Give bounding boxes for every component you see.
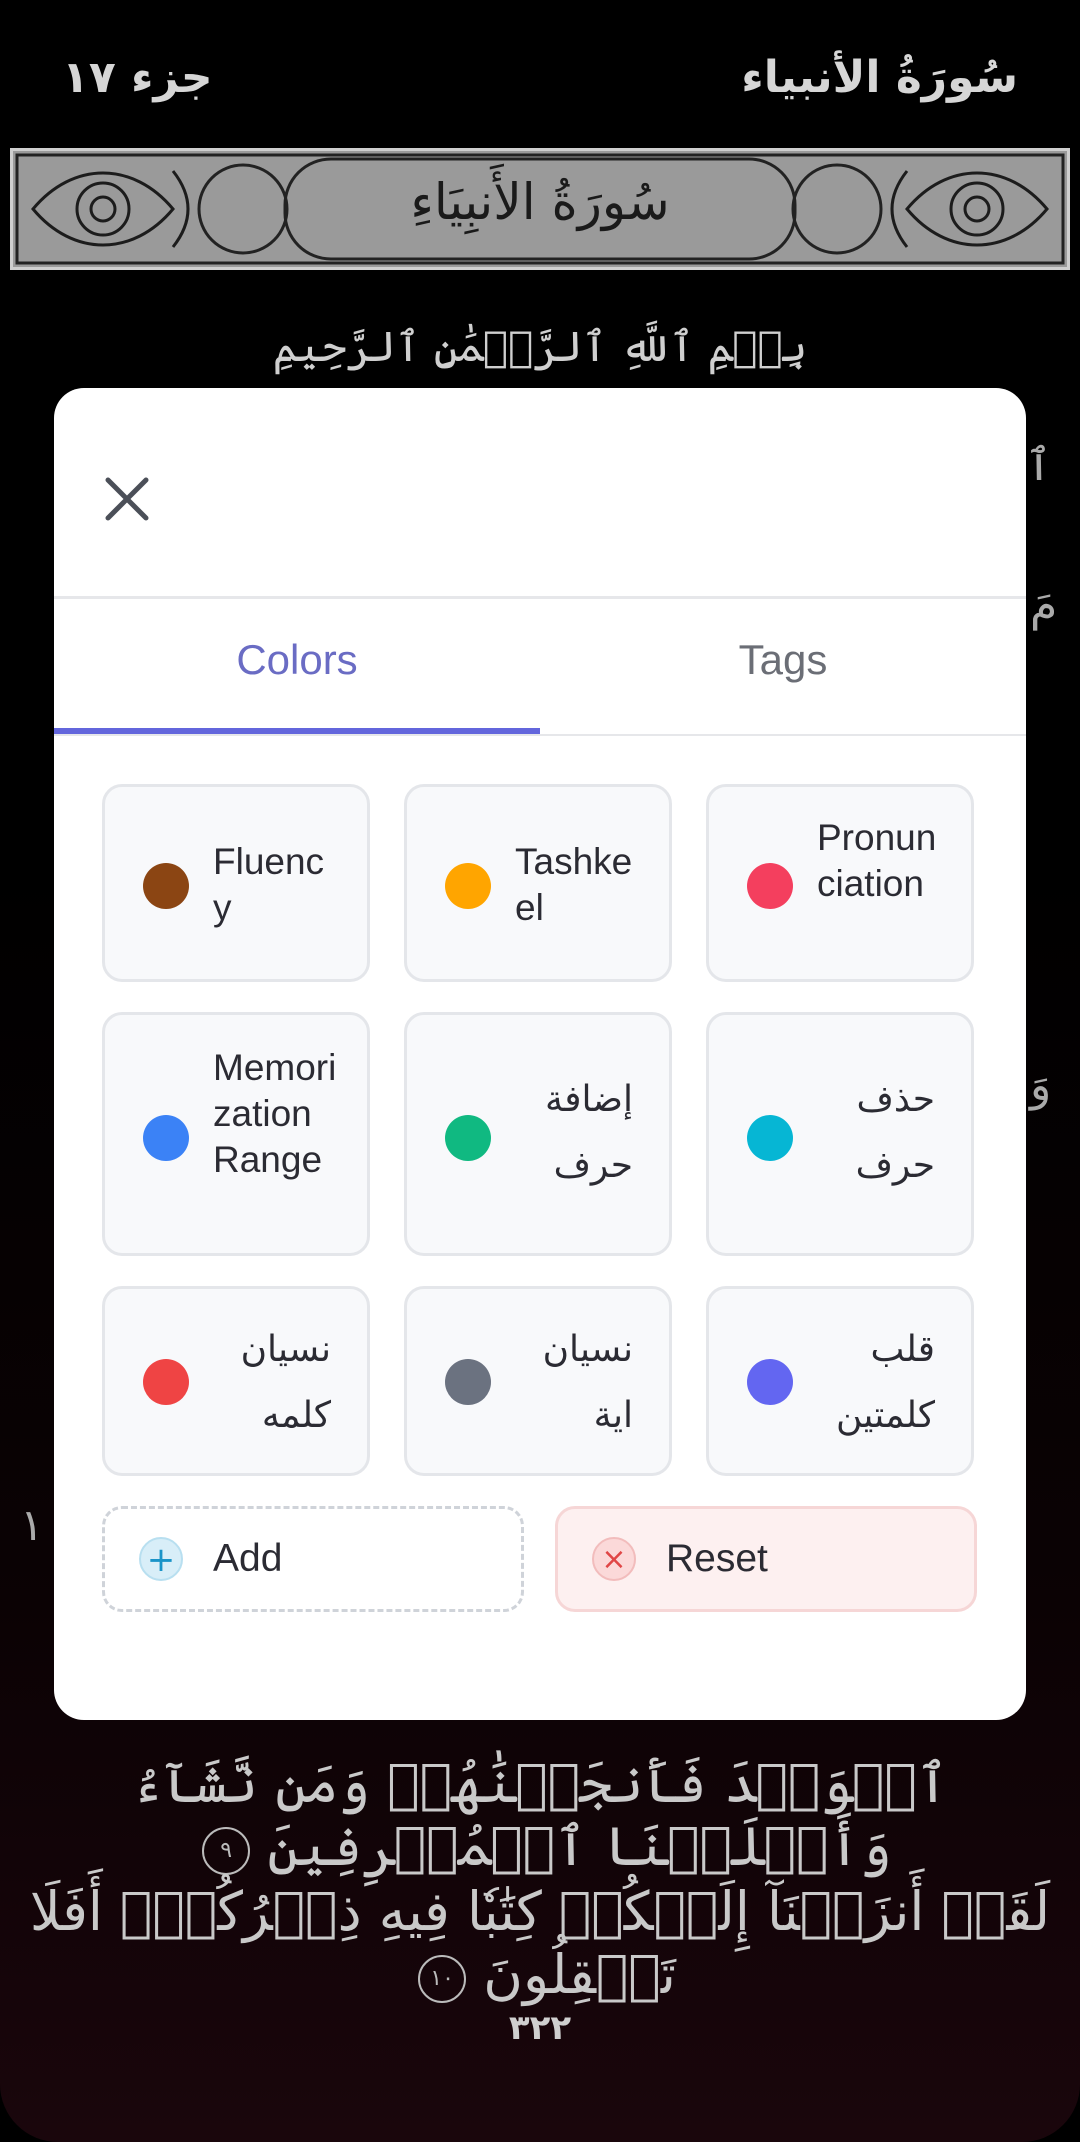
color-option-label: نسيان اية [542, 1329, 633, 1436]
color-option-forgot-word[interactable]: نسيان كلمه [102, 1286, 370, 1476]
color-option-tashkeel[interactable]: Tashkeel [404, 784, 672, 982]
verse-text: ٱلۡوَعۡدَ فَأَنجَيۡنَٰهُمۡ وَمَن نَّشَآء… [131, 1752, 949, 1878]
juz-label: جزء ١٧ [62, 52, 213, 103]
close-icon [105, 477, 149, 521]
edge-glyph: ٱ [1026, 440, 1052, 491]
add-color-button[interactable]: + Add [102, 1506, 524, 1612]
color-dot [445, 1359, 491, 1405]
color-option-label: Memorization Range [213, 1047, 337, 1180]
annotation-modal: Colors Tags Fluency Tashkeel Pronunciati… [54, 388, 1026, 1720]
header-divider [54, 596, 1026, 599]
color-dot [143, 863, 189, 909]
page-number: ٣٢٢ [508, 2008, 572, 2048]
verse-line: ٱلۡوَعۡدَ فَأَنجَيۡنَٰهُمۡ وَمَن نَّشَآء… [0, 1752, 1080, 1878]
color-dot [143, 1359, 189, 1405]
color-dot [143, 1115, 189, 1161]
banner-surah-title: سُورَةُ الأَنبِيَاءِ [410, 173, 670, 231]
basmala: بِسۡمِ ٱللَّهِ ٱلرَّحۡمَٰنِ ٱلرَّحِيمِ [272, 322, 808, 371]
color-option-label: إضافة حرف [544, 1079, 633, 1186]
verse-text: لَقَدۡ أَنزَلۡنَآ إِلَيۡكُمۡ كِتَٰبٗا فِ… [29, 1880, 1051, 2006]
color-option-fluency[interactable]: Fluency [102, 784, 370, 982]
color-option-forgot-verse[interactable]: نسيان اية [404, 1286, 672, 1476]
x-circle-icon: × [592, 1537, 636, 1581]
edge-glyph: وَ [1030, 1060, 1052, 1111]
color-dot [747, 1359, 793, 1405]
verse-number-marker: ١٠ [418, 1955, 467, 2003]
color-option-label: Pronunciation [817, 817, 937, 904]
color-option-memorization-range[interactable]: Memorization Range [102, 1012, 370, 1256]
verse-line: لَقَدۡ أَنزَلۡنَآ إِلَيۡكُمۡ كِتَٰبٗا فِ… [0, 1880, 1080, 2006]
tab-colors[interactable]: Colors [54, 636, 540, 684]
color-option-swap-words[interactable]: قلب كلمتين [706, 1286, 974, 1476]
surah-title-banner: سُورَةُ الأَنبِيَاءِ [10, 148, 1070, 270]
tab-tags[interactable]: Tags [540, 636, 1026, 684]
color-dot [747, 863, 793, 909]
reset-button-label: Reset [666, 1537, 768, 1580]
surah-name-header: سُورَةُ الأنبياء [741, 52, 1018, 103]
color-dot [747, 1115, 793, 1161]
edge-glyph: ١ [20, 1500, 44, 1551]
color-option-label: نسيان كلمه [240, 1329, 331, 1436]
color-option-label: قلب كلمتين [836, 1329, 935, 1436]
color-option-label: Fluency [213, 841, 325, 928]
color-option-label: Tashkeel [515, 841, 633, 928]
reset-button[interactable]: × Reset [555, 1506, 977, 1612]
add-button-label: Add [213, 1537, 283, 1580]
tabs-divider [54, 734, 1026, 736]
edge-glyph: مَ [1030, 580, 1058, 631]
color-option-pronunciation[interactable]: Pronunciation [706, 784, 974, 982]
color-option-label: حذف حرف [855, 1079, 935, 1186]
color-option-add-letter[interactable]: إضافة حرف [404, 1012, 672, 1256]
close-button[interactable] [100, 472, 154, 526]
color-dot [445, 863, 491, 909]
color-option-remove-letter[interactable]: حذف حرف [706, 1012, 974, 1256]
verse-number-marker: ٩ [202, 1827, 251, 1875]
plus-icon: + [139, 1537, 183, 1581]
